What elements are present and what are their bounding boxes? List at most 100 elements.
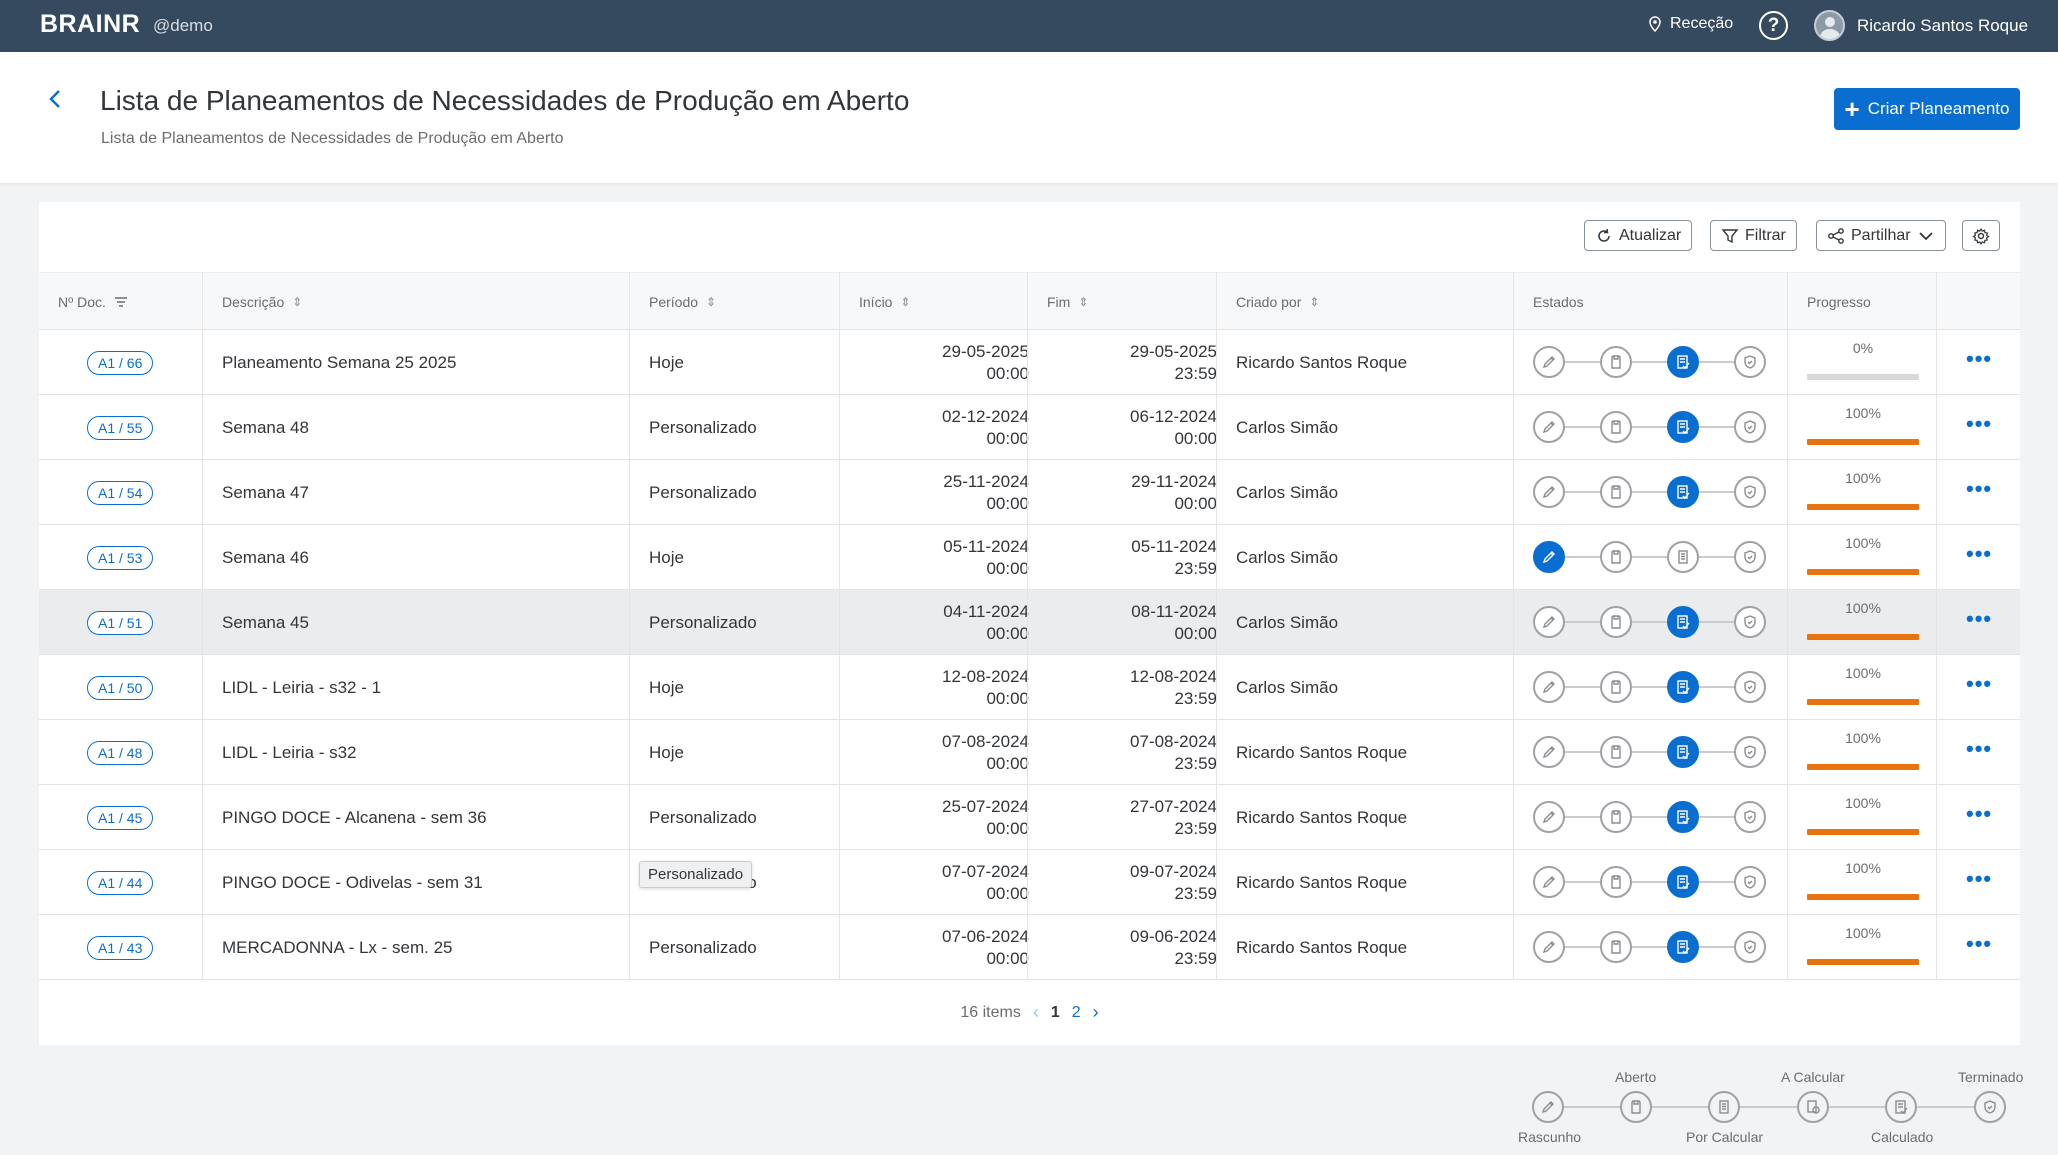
more-options-icon[interactable]: ••• bbox=[1966, 738, 1992, 760]
document-icon bbox=[1600, 606, 1632, 638]
states-legend: Rascunho Aberto Por Calcular A Calcular … bbox=[1500, 1065, 2040, 1155]
col-progress: Progresso bbox=[1807, 273, 1871, 331]
doc-badge[interactable]: A1 / 55 bbox=[87, 415, 154, 440]
col-end-label: Fim bbox=[1047, 294, 1071, 310]
start-cell: 04-11-2024 00:00 bbox=[859, 590, 1029, 655]
create-planning-label: Criar Planeamento bbox=[1867, 99, 2010, 118]
doc-cell[interactable]: A1 / 44 bbox=[87, 850, 154, 915]
table-row[interactable]: A1 / 66 Planeamento Semana 25 2025 Hoje 29-… bbox=[39, 330, 2020, 395]
doc-badge[interactable]: A1 / 43 bbox=[87, 935, 154, 960]
progress-cell: 100% bbox=[1807, 405, 1919, 445]
more-options-icon[interactable]: ••• bbox=[1966, 803, 1992, 825]
column-divider bbox=[839, 272, 840, 980]
col-start-label: Início bbox=[859, 294, 893, 310]
states-track bbox=[1533, 409, 1773, 445]
doc-badge[interactable]: A1 / 53 bbox=[87, 545, 154, 570]
share-button[interactable]: Partilhar bbox=[1816, 220, 1946, 251]
more-options-icon[interactable]: ••• bbox=[1966, 608, 1992, 630]
calculated-doc-icon bbox=[1667, 476, 1699, 508]
more-options-icon[interactable]: ••• bbox=[1966, 478, 1992, 500]
states-line bbox=[1551, 816, 1751, 818]
progress-bar bbox=[1807, 829, 1919, 835]
end-date: 06-12-2024 bbox=[1130, 406, 1217, 426]
location-selector[interactable]: Receção bbox=[1648, 15, 1733, 33]
period-cell: Personalizado bbox=[649, 417, 757, 437]
sort-icon: ⇕ bbox=[292, 295, 303, 309]
doc-cell[interactable]: A1 / 53 bbox=[87, 525, 154, 590]
doc-cell[interactable]: A1 / 50 bbox=[87, 655, 154, 720]
calculating-doc-icon bbox=[1797, 1091, 1829, 1123]
doc-badge[interactable]: A1 / 45 bbox=[87, 805, 154, 830]
chevron-left-icon[interactable]: ‹ bbox=[1033, 1002, 1039, 1023]
table-row[interactable]: A1 / 51 Semana 45 Personalizado 04-11-2024 0… bbox=[39, 590, 2020, 655]
chevron-right-icon[interactable]: › bbox=[1093, 1002, 1099, 1023]
start-time: 00:00 bbox=[986, 883, 1029, 903]
table-row[interactable]: A1 / 54 Semana 47 Personalizado 25-11-2024 0… bbox=[39, 460, 2020, 525]
doc-badge[interactable]: A1 / 50 bbox=[87, 675, 154, 700]
shield-check-icon bbox=[1734, 866, 1766, 898]
col-description-label: Descrição bbox=[222, 294, 285, 310]
table-row[interactable]: A1 / 45 PINGO DOCE - Alcanena - sem 36 Per… bbox=[39, 785, 2020, 850]
doc-cell[interactable]: A1 / 66 bbox=[87, 330, 154, 395]
create-planning-button[interactable]: + Criar Planeamento bbox=[1834, 88, 2020, 130]
end-cell: 27-07-2024 23:59 bbox=[1047, 785, 1217, 850]
table-row[interactable]: A1 / 53 Semana 46 Hoje 05-11-2024 00:00 05-11… bbox=[39, 525, 2020, 590]
doc-badge[interactable]: A1 / 54 bbox=[87, 480, 154, 505]
page-2-link[interactable]: 2 bbox=[1072, 1004, 1081, 1022]
doc-cell[interactable]: A1 / 43 bbox=[87, 915, 154, 980]
refresh-button[interactable]: Atualizar bbox=[1584, 220, 1693, 251]
more-options-icon[interactable]: ••• bbox=[1966, 868, 1992, 890]
more-options-icon[interactable]: ••• bbox=[1966, 543, 1992, 565]
start-date: 07-07-2024 bbox=[942, 861, 1029, 881]
doc-cell[interactable]: A1 / 55 bbox=[87, 395, 154, 460]
states-line bbox=[1551, 361, 1751, 363]
doc-badge[interactable]: A1 / 66 bbox=[87, 350, 154, 375]
doc-badge[interactable]: A1 / 51 bbox=[87, 610, 154, 635]
shield-check-icon bbox=[1734, 476, 1766, 508]
doc-cell[interactable]: A1 / 48 bbox=[87, 720, 154, 785]
col-created-by[interactable]: Criado por ⇕ bbox=[1236, 273, 1319, 331]
doc-badge[interactable]: A1 / 44 bbox=[87, 870, 154, 895]
more-options-icon[interactable]: ••• bbox=[1966, 348, 1992, 370]
doc-cell[interactable]: A1 / 54 bbox=[87, 460, 154, 525]
shield-check-icon bbox=[1734, 541, 1766, 573]
settings-button[interactable] bbox=[1962, 220, 2000, 251]
more-options-icon[interactable]: ••• bbox=[1966, 933, 1992, 955]
progress-label: 100% bbox=[1845, 600, 1881, 616]
end-date: 05-11-2024 bbox=[1131, 536, 1217, 556]
table-row[interactable]: A1 / 44 PINGO DOCE - Odivelas - sem 31 Per… bbox=[39, 850, 2020, 915]
table-row[interactable]: A1 / 48 LIDL - Leiria - s32 Hoje 07-08-2024… bbox=[39, 720, 2020, 785]
doc-cell[interactable]: A1 / 51 bbox=[87, 590, 154, 655]
filter-button[interactable]: Filtrar bbox=[1710, 220, 1797, 251]
legend-label-a-calcular: A Calcular bbox=[1781, 1069, 1845, 1085]
col-start[interactable]: Início ⇕ bbox=[859, 273, 911, 331]
progress-bar bbox=[1807, 504, 1919, 510]
brand-logo[interactable]: BRAINR bbox=[40, 10, 140, 39]
back-chevron-icon[interactable] bbox=[48, 88, 62, 117]
col-period[interactable]: Período ⇕ bbox=[649, 273, 716, 331]
col-description[interactable]: Descrição ⇕ bbox=[222, 273, 302, 331]
table-row[interactable]: A1 / 55 Semana 48 Personalizado 02-12-2024 0… bbox=[39, 395, 2020, 460]
col-end[interactable]: Fim ⇕ bbox=[1047, 273, 1088, 331]
end-date: 08-11-2024 bbox=[1131, 601, 1217, 621]
start-date: 02-12-2024 bbox=[942, 406, 1029, 426]
progress-fill bbox=[1807, 634, 1919, 640]
doc-cell[interactable]: A1 / 45 bbox=[87, 785, 154, 850]
legend-label-aberto: Aberto bbox=[1615, 1069, 1657, 1085]
share-icon bbox=[1828, 227, 1844, 244]
doc-badge[interactable]: A1 / 48 bbox=[87, 740, 154, 765]
filter-label: Filtrar bbox=[1745, 226, 1786, 244]
page-1-link[interactable]: 1 bbox=[1051, 1004, 1060, 1022]
table-row[interactable]: A1 / 50 LIDL - Leiria - s32 - 1 Hoje 12-08-… bbox=[39, 655, 2020, 720]
pencil-icon bbox=[1533, 736, 1565, 768]
page-subtitle: Lista de Planeamentos de Necessidades de… bbox=[101, 130, 564, 147]
user-menu[interactable]: Ricardo Santos Roque bbox=[1814, 10, 2028, 41]
calculated-doc-icon bbox=[1667, 931, 1699, 963]
end-time: 23:59 bbox=[1174, 688, 1217, 708]
col-doc[interactable]: Nº Doc. bbox=[58, 273, 128, 331]
more-options-icon[interactable]: ••• bbox=[1966, 413, 1992, 435]
help-icon[interactable]: ? bbox=[1759, 11, 1788, 40]
start-cell: 07-08-2024 00:00 bbox=[859, 720, 1029, 785]
more-options-icon[interactable]: ••• bbox=[1966, 673, 1992, 695]
table-row[interactable]: A1 / 43 MERCADONNA - Lx - sem. 25 Personal… bbox=[39, 915, 2020, 980]
